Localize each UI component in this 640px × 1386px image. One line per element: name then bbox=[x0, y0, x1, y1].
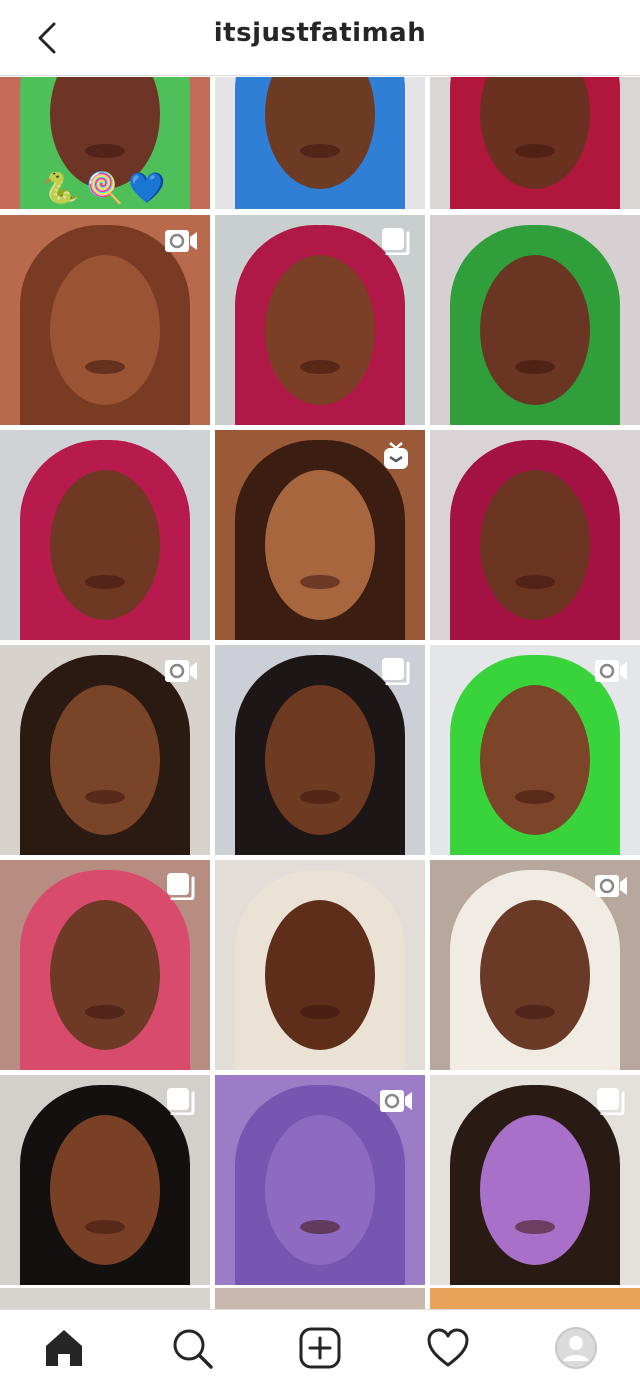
post-thumbnail[interactable] bbox=[430, 860, 640, 1070]
post-type-badge bbox=[594, 1087, 630, 1117]
tab-home[interactable] bbox=[40, 1324, 88, 1372]
photo-face bbox=[265, 900, 375, 1050]
post-thumbnail[interactable] bbox=[430, 1075, 640, 1285]
photo-lips bbox=[85, 575, 125, 589]
post-thumbnail[interactable] bbox=[430, 1288, 640, 1310]
igtv-icon bbox=[384, 442, 408, 469]
photo-lips bbox=[85, 1220, 125, 1234]
photo-lips bbox=[515, 575, 555, 589]
post-type-badge bbox=[164, 657, 200, 687]
post-thumbnail[interactable] bbox=[0, 645, 210, 855]
photo-lips bbox=[300, 1220, 340, 1234]
post-thumbnail[interactable] bbox=[430, 77, 640, 209]
post-emoji: 💙 bbox=[128, 171, 166, 206]
photo-lips bbox=[300, 144, 340, 158]
photo-face bbox=[265, 1115, 375, 1265]
photo-face bbox=[50, 470, 160, 620]
photo-lips bbox=[300, 360, 340, 374]
home-icon bbox=[46, 1330, 82, 1366]
post-thumbnail[interactable] bbox=[215, 215, 425, 425]
post-thumbnail[interactable] bbox=[215, 77, 425, 209]
post-type-badge bbox=[164, 872, 200, 902]
post-type-badge bbox=[379, 227, 415, 257]
post-thumbnail[interactable] bbox=[430, 645, 640, 855]
tab-activity[interactable] bbox=[424, 1324, 472, 1372]
photo-face bbox=[50, 685, 160, 835]
video-icon bbox=[595, 660, 627, 682]
photo-face bbox=[50, 900, 160, 1050]
post-thumbnail[interactable] bbox=[430, 430, 640, 640]
photo-lips bbox=[515, 1005, 555, 1019]
photo-face bbox=[480, 685, 590, 835]
photo-lips bbox=[300, 790, 340, 804]
post-thumbnail[interactable] bbox=[215, 645, 425, 855]
plus-square-icon bbox=[299, 1327, 341, 1369]
post-type-badge bbox=[379, 657, 415, 687]
photo-lips bbox=[515, 144, 555, 158]
tab-profile[interactable] bbox=[552, 1324, 600, 1372]
photo-lips bbox=[515, 360, 555, 374]
posts-grid: 🐍 🍭 💙 bbox=[0, 77, 640, 1309]
photo-lips bbox=[515, 1220, 555, 1234]
post-type-badge bbox=[164, 1087, 200, 1117]
photo-lips bbox=[85, 790, 125, 804]
photo-face bbox=[480, 255, 590, 405]
photo-face bbox=[480, 1115, 590, 1265]
photo-face bbox=[265, 470, 375, 620]
post-thumbnail[interactable] bbox=[215, 430, 425, 640]
post-emoji: 🍭 bbox=[86, 171, 124, 206]
post-thumbnail[interactable] bbox=[0, 430, 210, 640]
post-type-badge bbox=[379, 1087, 415, 1117]
carousel-icon bbox=[597, 1088, 625, 1116]
photo-lips bbox=[85, 360, 125, 374]
photo-lips bbox=[85, 1005, 125, 1019]
avatar-icon bbox=[555, 1327, 597, 1369]
post-thumbnail[interactable] bbox=[0, 860, 210, 1070]
post-type-badge bbox=[164, 227, 200, 257]
photo-face bbox=[480, 900, 590, 1050]
video-icon bbox=[165, 230, 197, 252]
carousel-icon bbox=[167, 1088, 195, 1116]
photo-lips bbox=[300, 1005, 340, 1019]
username-title: itsjustfatimah bbox=[213, 18, 427, 48]
heart-icon bbox=[427, 1328, 469, 1367]
post-thumbnail[interactable] bbox=[215, 1288, 425, 1310]
photo-face bbox=[265, 255, 375, 405]
post-thumbnail[interactable] bbox=[0, 215, 210, 425]
photo-face bbox=[50, 255, 160, 405]
post-thumbnail[interactable] bbox=[430, 215, 640, 425]
post-type-badge bbox=[379, 442, 415, 472]
photo-lips bbox=[85, 144, 125, 158]
video-icon bbox=[595, 875, 627, 897]
carousel-icon bbox=[167, 873, 195, 901]
post-type-badge bbox=[594, 657, 630, 687]
post-thumbnail[interactable] bbox=[215, 1075, 425, 1285]
profile-header: itsjustfatimah bbox=[0, 0, 640, 76]
bottom-tab-bar bbox=[0, 1309, 640, 1386]
video-icon bbox=[165, 660, 197, 682]
post-thumbnail[interactable]: 🐍 🍭 💙 bbox=[0, 77, 210, 209]
photo-face bbox=[50, 1115, 160, 1265]
video-icon bbox=[380, 1090, 412, 1112]
tab-search[interactable] bbox=[168, 1324, 216, 1372]
carousel-icon bbox=[382, 658, 410, 686]
search-icon bbox=[173, 1329, 213, 1369]
post-emoji: 🐍 bbox=[42, 171, 80, 206]
post-thumbnail[interactable] bbox=[215, 860, 425, 1070]
next-row-peek bbox=[0, 1288, 640, 1310]
post-type-badge bbox=[594, 872, 630, 902]
photo-face bbox=[480, 470, 590, 620]
post-thumbnail[interactable] bbox=[0, 1288, 210, 1310]
photo-face bbox=[265, 685, 375, 835]
photo-lips bbox=[300, 575, 340, 589]
post-thumbnail[interactable] bbox=[0, 1075, 210, 1285]
photo-lips bbox=[515, 790, 555, 804]
carousel-icon bbox=[382, 228, 410, 256]
tab-new-post[interactable] bbox=[296, 1324, 344, 1372]
